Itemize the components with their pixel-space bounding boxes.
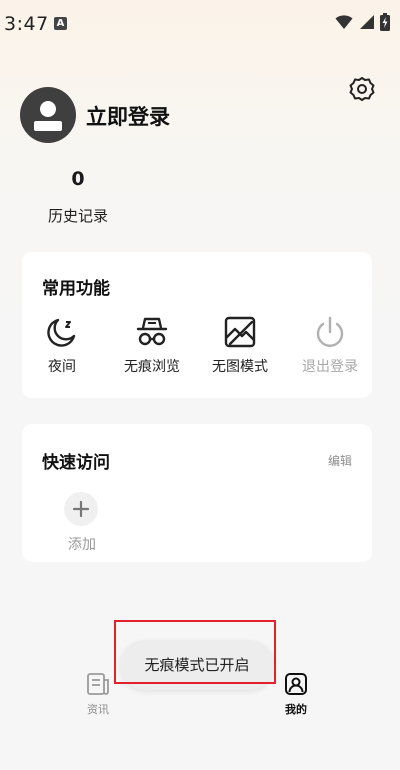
quick-access-card: 快速访问 编辑 添加 (22, 424, 372, 562)
avatar[interactable] (20, 87, 76, 143)
login-link[interactable]: 立即登录 (86, 101, 170, 131)
user-icon (34, 101, 62, 131)
incognito-icon (136, 317, 168, 346)
incognito-browse-label: 无痕浏览 (124, 359, 180, 375)
toast-message: 无痕模式已开启 (120, 640, 274, 690)
quick-access-title: 快速访问 (42, 453, 110, 473)
wifi-icon (335, 15, 353, 29)
news-icon (87, 673, 109, 695)
logout-label: 退出登录 (302, 359, 358, 375)
history-link[interactable]: 历史记录 (40, 205, 116, 226)
status-bar: 3:47 A (0, 0, 400, 48)
moon-icon (47, 318, 76, 347)
no-image-mode-button[interactable]: 无图模式 (200, 314, 280, 376)
add-shortcut-label: 添加 (68, 537, 96, 553)
plus-icon (72, 500, 90, 518)
tab-news-label: 资讯 (87, 703, 109, 716)
night-mode-label: 夜间 (48, 359, 76, 375)
tab-mine-label: 我的 (285, 703, 307, 716)
common-functions-card: 常用功能 夜间 无痕浏览 无图模式 退出登录 (22, 252, 372, 398)
tab-mine[interactable]: 我的 (276, 672, 316, 717)
add-shortcut-button[interactable] (64, 492, 98, 526)
gear-icon (349, 77, 375, 101)
power-icon (316, 316, 344, 347)
history-count: 0 (71, 168, 85, 190)
edit-button[interactable]: 编辑 (328, 452, 352, 469)
notification-app-icon: A (54, 17, 67, 30)
no-image-icon (224, 316, 256, 348)
logout-button[interactable]: 退出登录 (290, 314, 370, 376)
status-icons (335, 13, 390, 31)
settings-button[interactable] (348, 75, 376, 103)
battery-icon (380, 13, 390, 31)
status-time: 3:47 (4, 13, 49, 35)
cell-signal-icon (360, 15, 374, 29)
night-mode-button[interactable]: 夜间 (22, 314, 102, 376)
profile-icon (285, 673, 307, 695)
common-functions-title: 常用功能 (42, 279, 110, 299)
no-image-mode-label: 无图模式 (212, 359, 268, 375)
tab-news[interactable]: 资讯 (78, 672, 118, 717)
incognito-browse-button[interactable]: 无痕浏览 (112, 314, 192, 376)
